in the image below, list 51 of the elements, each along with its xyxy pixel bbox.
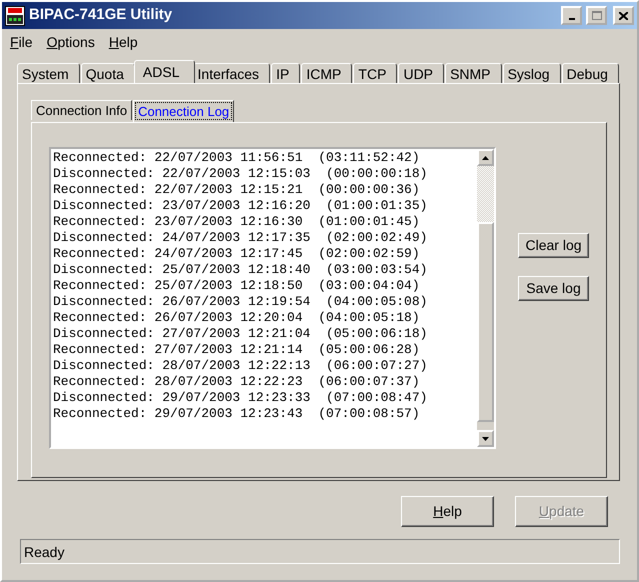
maximize-icon: [592, 11, 602, 20]
log-entry: Disconnected: 23/07/2003 12:16:20 (01:00:01:35): [53, 198, 428, 214]
close-icon: [619, 12, 628, 20]
tab[interactable]: ICMP: [301, 63, 352, 83]
menu-item[interactable]: Options: [42, 32, 99, 53]
tab[interactable]: Quota: [80, 63, 135, 83]
log-entry: Reconnected: 22/07/2003 11:56:51 (03:11:52:42): [53, 150, 420, 166]
minimize-icon: [568, 18, 574, 20]
log-entry: Disconnected: 22/07/2003 12:15:03 (00:00:00:18): [53, 166, 428, 182]
tab[interactable]: Connection Log: [133, 100, 234, 122]
up-arrow-icon: [482, 156, 489, 160]
log-entry: Reconnected: 28/07/2003 12:22:23 (06:00:07:37): [53, 374, 420, 390]
log-entry: Reconnected: 22/07/2003 12:15:21 (00:00:00:36): [53, 182, 420, 198]
scrollbar-thumb[interactable]: [477, 222, 494, 422]
log-entry: Disconnected: 26/07/2003 12:19:54 (04:00:05:08): [53, 294, 428, 310]
scroll-up-button[interactable]: [477, 149, 494, 166]
log-list[interactable]: [49, 147, 496, 449]
help-button[interactable]: Help: [401, 496, 494, 527]
menu-item[interactable]: File: [6, 32, 37, 53]
log-entry: Disconnected: 29/07/2003 12:23:33 (07:00:08:47): [53, 390, 428, 406]
tab[interactable]: ADSL: [134, 60, 195, 83]
tab[interactable]: SNMP: [445, 63, 502, 83]
tab[interactable]: System: [17, 63, 80, 83]
log-entry: Disconnected: 27/07/2003 12:21:04 (05:00:06:18): [53, 326, 428, 342]
close-button[interactable]: [613, 6, 634, 25]
minimize-button[interactable]: [561, 6, 582, 25]
log-entry: Reconnected: 27/07/2003 12:21:14 (05:00:06:28): [53, 342, 420, 358]
log-entry: Reconnected: 24/07/2003 12:17:45 (02:00:02:59): [53, 246, 420, 262]
tab[interactable]: TCP: [353, 63, 398, 83]
down-arrow-icon: [482, 436, 489, 440]
tab[interactable]: UDP: [398, 63, 444, 83]
tab[interactable]: Interfaces: [192, 63, 270, 83]
tab[interactable]: Syslog: [502, 63, 561, 83]
scroll-down-button[interactable]: [477, 430, 494, 447]
menu-item[interactable]: Help: [104, 32, 142, 53]
tab[interactable]: Debug: [562, 63, 619, 83]
clear-log-button[interactable]: Clear log: [518, 233, 589, 258]
log-entry: Disconnected: 25/07/2003 12:18:40 (03:00:03:54): [53, 262, 428, 278]
log-entry: Reconnected: 23/07/2003 12:16:30 (01:00:01:45): [53, 214, 420, 230]
status-text: Ready: [24, 544, 64, 560]
save-log-button[interactable]: Save log: [518, 276, 589, 301]
log-entry: Disconnected: 28/07/2003 12:22:13 (06:00:07:27): [53, 358, 428, 374]
log-entry: Reconnected: 26/07/2003 12:20:04 (04:00:05:18): [53, 310, 420, 326]
log-entry: Reconnected: 29/07/2003 12:23:43 (07:00:08:57): [53, 406, 420, 422]
log-entry: Reconnected: 25/07/2003 12:18:50 (03:00:04:04): [53, 278, 420, 294]
log-entry: Disconnected: 24/07/2003 12:17:35 (02:00:02:49): [53, 230, 428, 246]
app-logo-icon: [5, 6, 25, 26]
tab[interactable]: IP: [271, 63, 300, 83]
maximize-button[interactable]: [586, 6, 607, 25]
window-title: BIPAC-741GE Utility: [29, 5, 174, 26]
tab[interactable]: Connection Info: [31, 100, 132, 120]
